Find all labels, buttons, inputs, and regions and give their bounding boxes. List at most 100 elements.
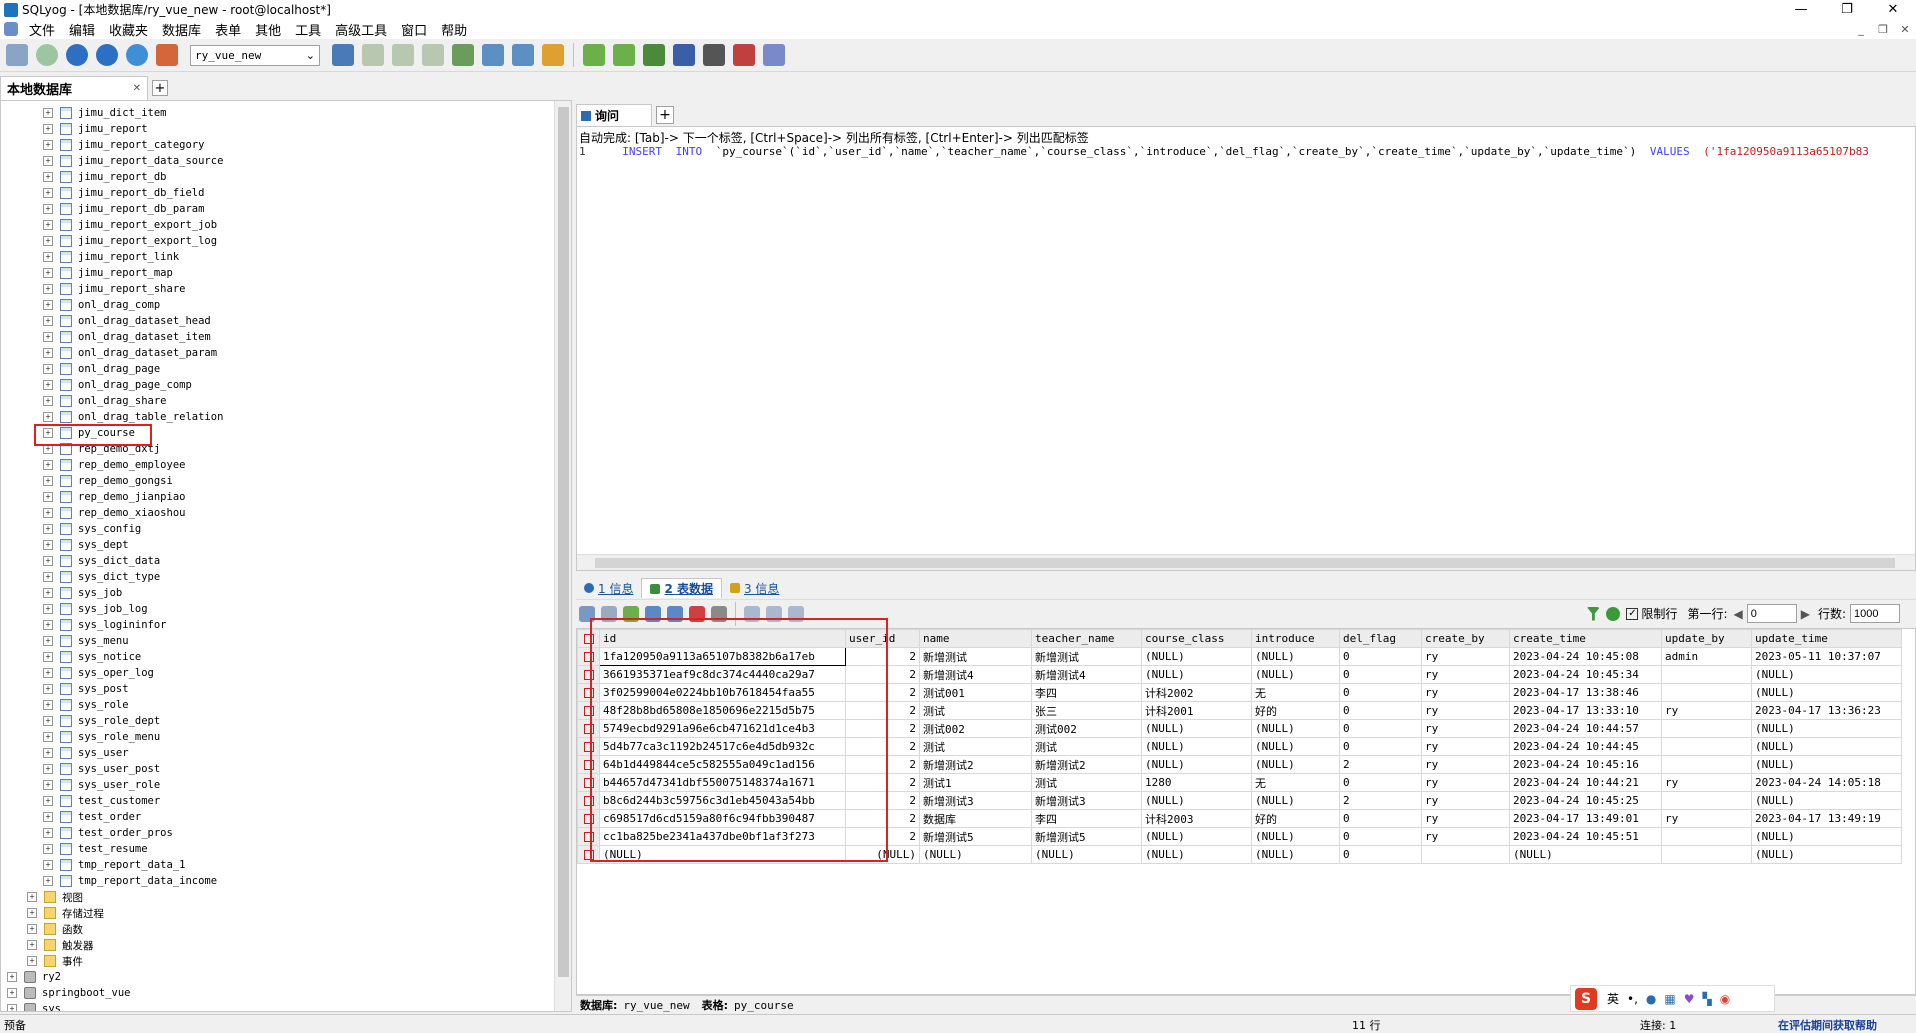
expand-icon[interactable]: + [43, 124, 53, 134]
expand-icon[interactable]: + [43, 620, 53, 630]
grid-cell-introduce[interactable]: (NULL) [1251, 845, 1340, 864]
expand-icon[interactable]: + [43, 412, 53, 422]
tree-table-item[interactable]: + sys_role_menu [43, 729, 160, 745]
expand-icon[interactable]: + [7, 972, 17, 982]
restore-icon[interactable] [392, 44, 414, 66]
column-header-update-time[interactable]: update_time [1751, 629, 1902, 648]
menu-edit[interactable]: 编辑 [62, 20, 102, 39]
grid-cell-introduce[interactable]: (NULL) [1251, 647, 1340, 666]
tree-table-item[interactable]: + sys_role_dept [43, 713, 160, 729]
grid-cell-update-by[interactable] [1661, 719, 1752, 738]
tree-table-item[interactable]: + sys_post [43, 681, 129, 697]
backup-icon[interactable] [362, 44, 384, 66]
grid-cell-introduce[interactable]: 无 [1251, 683, 1340, 702]
mdi-minimize-button[interactable]: _ [1850, 19, 1872, 39]
grid-cell-teacher-name[interactable]: 测试 [1031, 773, 1142, 792]
execute-query-icon[interactable] [66, 44, 88, 66]
tree-folder-item[interactable]: + 触发器 [27, 937, 94, 953]
schema-sync-icon[interactable] [512, 44, 534, 66]
microphone-icon[interactable]: ● [1646, 992, 1656, 1006]
grid-cell-del-flag[interactable]: 0 [1339, 701, 1422, 720]
expand-icon[interactable]: + [43, 764, 53, 774]
add-query-tab-button[interactable]: + [656, 106, 674, 124]
expand-icon[interactable]: + [43, 316, 53, 326]
expand-icon[interactable]: + [43, 460, 53, 470]
expand-icon[interactable]: + [27, 956, 37, 966]
grid-cell-introduce[interactable]: 无 [1251, 773, 1340, 792]
filter-icon[interactable] [1586, 606, 1601, 621]
expand-icon[interactable]: + [43, 364, 53, 374]
grid-cell-teacher-name[interactable]: 新增测试 [1031, 647, 1142, 666]
grid-cell-course-class[interactable]: (NULL) [1141, 845, 1252, 864]
grid-cell-create-by[interactable]: ry [1421, 701, 1510, 720]
grid-cell-create-time[interactable]: 2023-04-24 10:45:08 [1509, 647, 1662, 666]
grid-cell-update-by[interactable] [1661, 755, 1752, 774]
grid-cell-name[interactable]: 测试 [919, 701, 1032, 720]
tab-table-data[interactable]: 2 表数据 [641, 578, 722, 598]
grid-cell-create-time[interactable]: 2023-04-24 10:44:57 [1509, 719, 1662, 738]
tree-table-item[interactable]: + sys_notice [43, 649, 141, 665]
grid-cell-create-time[interactable]: 2023-04-24 10:44:45 [1509, 737, 1662, 756]
tree-table-item[interactable]: + jimu_report [43, 121, 148, 137]
grid-cell-name[interactable]: 数据库 [919, 809, 1032, 828]
grid-cell-del-flag[interactable]: 0 [1339, 773, 1422, 792]
tab-messages-1[interactable]: 1 信息 [576, 578, 641, 598]
grid-cell-update-time[interactable]: 2023-04-17 13:36:23 [1751, 701, 1902, 720]
grid-cell-update-time[interactable]: (NULL) [1751, 719, 1902, 738]
expand-icon[interactable]: + [43, 636, 53, 646]
tab-messages-3[interactable]: 3 信息 [722, 578, 787, 598]
expand-icon[interactable]: + [43, 780, 53, 790]
grid-cell-update-time[interactable]: (NULL) [1751, 737, 1902, 756]
avatar-icon[interactable]: ◉ [1720, 992, 1730, 1006]
grid-cell-teacher-name[interactable]: 测试 [1031, 737, 1142, 756]
grid-cell-del-flag[interactable]: 0 [1339, 683, 1422, 702]
expand-icon[interactable]: + [43, 844, 53, 854]
menu-favorites[interactable]: 收藏夹 [102, 20, 155, 39]
grid-cell-course-class[interactable]: 计科2002 [1141, 683, 1252, 702]
tree-table-item[interactable]: + jimu_report_db_field [43, 185, 204, 201]
expand-icon[interactable]: + [43, 796, 53, 806]
grid-cell-course-class[interactable]: (NULL) [1141, 827, 1252, 846]
tree-table-item[interactable]: + sys_job_log [43, 601, 148, 617]
minimize-button[interactable]: — [1778, 0, 1824, 19]
users-icon[interactable] [156, 44, 178, 66]
sql-line[interactable]: 1 INSERT INTO `py_course`(`id`,`user_id`… [579, 145, 1869, 158]
grid-cell-course-class[interactable]: (NULL) [1141, 647, 1252, 666]
grid-cell-update-time[interactable]: (NULL) [1751, 827, 1902, 846]
grid-cell-del-flag[interactable]: 0 [1339, 719, 1422, 738]
tree-database-item[interactable]: + springboot_vue [7, 985, 131, 1001]
expand-icon[interactable]: + [43, 860, 53, 870]
grid-cell-introduce[interactable]: (NULL) [1251, 719, 1340, 738]
tree-table-item[interactable]: + test_customer [43, 793, 160, 809]
tree-folder-item[interactable]: + 函数 [27, 921, 83, 937]
tree-table-item[interactable]: + sys_dict_type [43, 569, 160, 585]
tree-table-item[interactable]: + sys_user_post [43, 761, 160, 777]
grid-cell-course-class[interactable]: (NULL) [1141, 665, 1252, 684]
grid-cell-course-class[interactable]: (NULL) [1141, 791, 1252, 810]
grid-cell-introduce[interactable]: (NULL) [1251, 737, 1340, 756]
expand-icon[interactable]: + [43, 652, 53, 662]
grid-cell-create-time[interactable]: 2023-04-17 13:38:46 [1509, 683, 1662, 702]
tree-database-item[interactable]: + sys [7, 1001, 61, 1011]
tree-table-item[interactable]: + onl_drag_page [43, 361, 160, 377]
tree-table-item[interactable]: + onl_drag_dataset_item [43, 329, 211, 345]
expand-icon[interactable]: + [43, 604, 53, 614]
evaluation-help-link[interactable]: 在评估期间获取帮助 [1778, 1017, 1877, 1033]
scrollbar-thumb[interactable] [595, 558, 1895, 568]
grid-cell-create-time[interactable]: 2023-04-24 10:45:51 [1509, 827, 1662, 846]
sql-scheduler-icon[interactable] [673, 44, 695, 66]
expand-icon[interactable]: + [43, 572, 53, 582]
expand-icon[interactable]: + [43, 108, 53, 118]
sogou-logo-icon[interactable]: S [1575, 987, 1597, 1010]
tree-table-item[interactable]: + onl_drag_share [43, 393, 167, 409]
column-header-teacher-name[interactable]: teacher_name [1031, 629, 1142, 648]
scrollbar-thumb[interactable] [558, 107, 569, 977]
expand-icon[interactable]: + [43, 140, 53, 150]
query-builder-icon[interactable] [583, 44, 605, 66]
expand-icon[interactable]: + [43, 684, 53, 694]
column-header-create-time[interactable]: create_time [1509, 629, 1662, 648]
column-header-update-by[interactable]: update_by [1661, 629, 1752, 648]
grid-cell-introduce[interactable]: (NULL) [1251, 791, 1340, 810]
toolbox-icon[interactable]: ▚ [1703, 992, 1712, 1006]
ime-punctuation[interactable]: •, [1627, 992, 1638, 1006]
